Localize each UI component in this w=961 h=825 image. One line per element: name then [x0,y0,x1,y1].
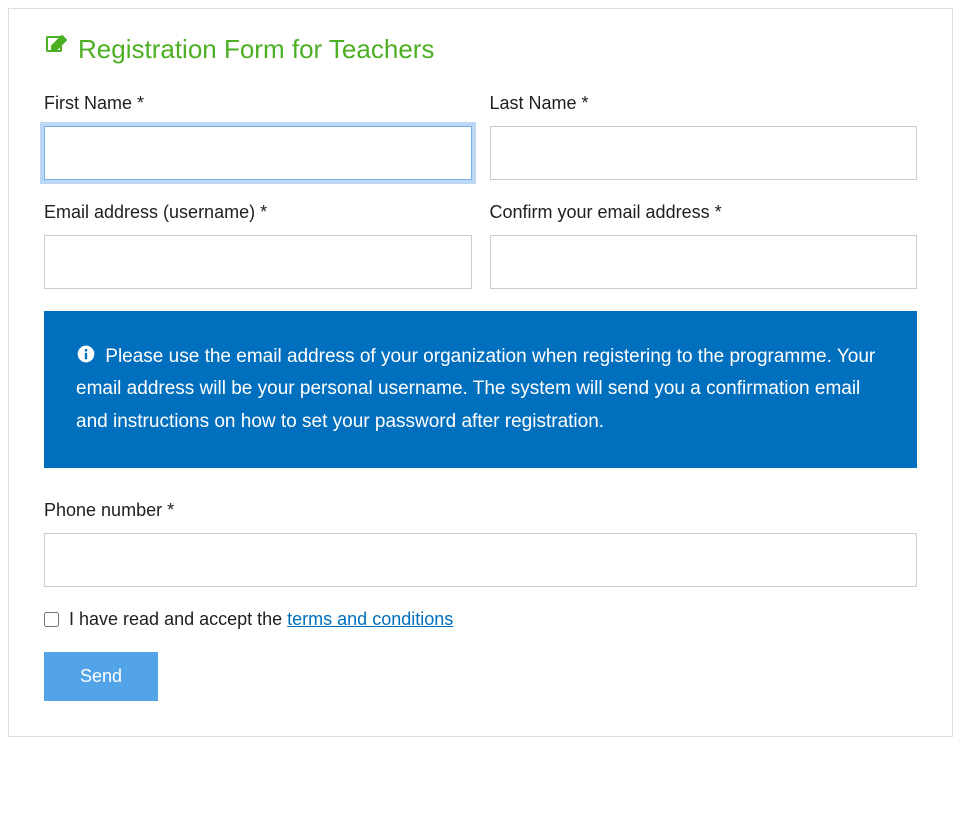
info-banner-text: Please use the email address of your org… [76,346,875,432]
email-group: Email address (username) * [44,202,472,289]
send-button[interactable]: Send [44,652,158,701]
form-title: Registration Form for Teachers [44,34,917,65]
confirm-email-group: Confirm your email address * [490,202,918,289]
first-name-input[interactable] [44,126,472,180]
confirm-email-input[interactable] [490,235,918,289]
edit-icon [44,34,68,65]
registration-form: Registration Form for Teachers First Nam… [8,8,953,737]
confirm-email-label: Confirm your email address * [490,202,918,223]
last-name-group: Last Name * [490,93,918,180]
last-name-label: Last Name * [490,93,918,114]
info-banner: Please use the email address of your org… [44,311,917,468]
phone-input[interactable] [44,533,917,587]
form-title-text: Registration Form for Teachers [78,34,434,65]
last-name-input[interactable] [490,126,918,180]
terms-row: I have read and accept the terms and con… [44,609,917,630]
email-label: Email address (username) * [44,202,472,223]
first-name-group: First Name * [44,93,472,180]
phone-group: Phone number * [44,500,917,587]
terms-link[interactable]: terms and conditions [287,609,453,629]
info-icon [76,346,105,367]
terms-checkbox[interactable] [44,612,59,627]
terms-prefix: I have read and accept the [69,609,287,629]
email-input[interactable] [44,235,472,289]
first-name-label: First Name * [44,93,472,114]
phone-label: Phone number * [44,500,917,521]
